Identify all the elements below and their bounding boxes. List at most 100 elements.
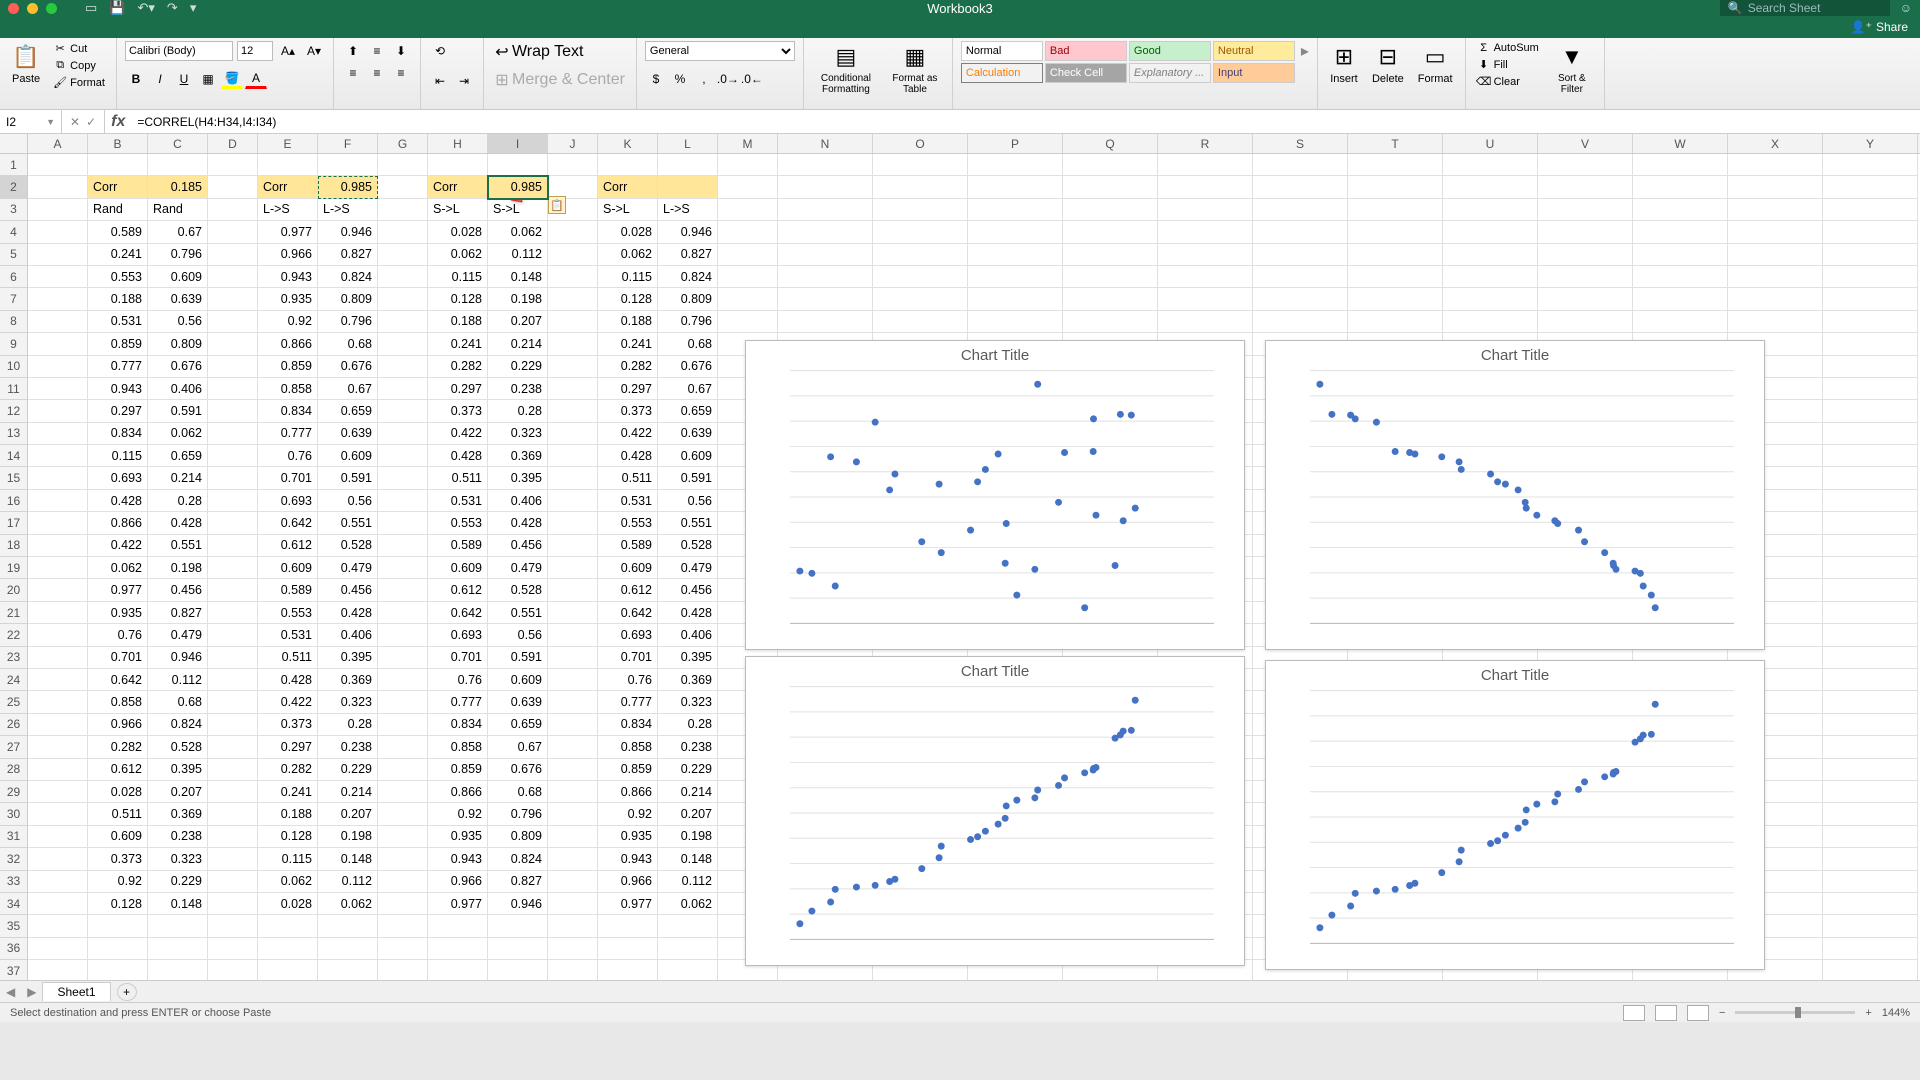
cell-G12[interactable]: [378, 400, 428, 422]
cell-A30[interactable]: [28, 803, 88, 825]
cell-J11[interactable]: [548, 378, 598, 400]
cell-E36[interactable]: [258, 938, 318, 960]
cell-D30[interactable]: [208, 803, 258, 825]
cell-L20[interactable]: 0.456: [658, 579, 718, 601]
col-header-W[interactable]: W: [1633, 134, 1728, 153]
border-button[interactable]: ▦: [197, 69, 219, 89]
tab-formulas[interactable]: Formulas: [229, 15, 311, 38]
cell-F30[interactable]: 0.207: [318, 803, 378, 825]
cell-G34[interactable]: [378, 893, 428, 915]
cell-V7[interactable]: [1538, 288, 1633, 310]
cell-L3[interactable]: L->S: [658, 199, 718, 221]
cell-A9[interactable]: [28, 333, 88, 355]
cell-L19[interactable]: 0.479: [658, 557, 718, 579]
cell-B23[interactable]: 0.701: [88, 647, 148, 669]
cell-T2[interactable]: [1348, 176, 1443, 198]
cell-Y6[interactable]: [1823, 266, 1918, 288]
col-header-R[interactable]: R: [1158, 134, 1253, 153]
cell-J21[interactable]: [548, 602, 598, 624]
col-header-T[interactable]: T: [1348, 134, 1443, 153]
fill-button[interactable]: ⬇Fill: [1474, 57, 1542, 72]
cell-D34[interactable]: [208, 893, 258, 915]
cell-I25[interactable]: 0.639: [488, 691, 548, 713]
cell-Y26[interactable]: [1823, 714, 1918, 736]
cell-D20[interactable]: [208, 579, 258, 601]
cell-J28[interactable]: [548, 759, 598, 781]
col-header-X[interactable]: X: [1728, 134, 1823, 153]
cell-G35[interactable]: [378, 915, 428, 937]
row-header-7[interactable]: 7: [0, 288, 28, 310]
cell-E27[interactable]: 0.297: [258, 736, 318, 758]
cell-U2[interactable]: [1443, 176, 1538, 198]
cell-A13[interactable]: [28, 423, 88, 445]
row-header-31[interactable]: 31: [0, 826, 28, 848]
cell-L24[interactable]: 0.369: [658, 669, 718, 691]
increase-font-button[interactable]: A▴: [277, 41, 299, 61]
cell-R3[interactable]: [1158, 199, 1253, 221]
cell-A37[interactable]: [28, 960, 88, 980]
cell-K36[interactable]: [598, 938, 658, 960]
cancel-formula-icon[interactable]: ✕: [70, 115, 80, 129]
cell-Y1[interactable]: [1823, 154, 1918, 176]
sheet-nav-prev[interactable]: ◀: [0, 985, 21, 999]
cell-B32[interactable]: 0.373: [88, 848, 148, 870]
cell-T8[interactable]: [1348, 311, 1443, 333]
row-header-10[interactable]: 10: [0, 356, 28, 378]
cell-K11[interactable]: 0.297: [598, 378, 658, 400]
cell-L6[interactable]: 0.824: [658, 266, 718, 288]
cell-Y37[interactable]: [1823, 960, 1918, 980]
cell-D23[interactable]: [208, 647, 258, 669]
cell-L13[interactable]: 0.639: [658, 423, 718, 445]
align-right-button[interactable]: ≡: [390, 63, 412, 83]
cell-D31[interactable]: [208, 826, 258, 848]
cell-J33[interactable]: [548, 871, 598, 893]
cell-B24[interactable]: 0.642: [88, 669, 148, 691]
col-header-I[interactable]: I: [488, 134, 548, 153]
cell-U6[interactable]: [1443, 266, 1538, 288]
cell-G6[interactable]: [378, 266, 428, 288]
cell-G20[interactable]: [378, 579, 428, 601]
normal-view-button[interactable]: [1623, 1005, 1645, 1021]
cell-R7[interactable]: [1158, 288, 1253, 310]
cell-V4[interactable]: [1538, 221, 1633, 243]
cell-F23[interactable]: 0.395: [318, 647, 378, 669]
format-cells-button[interactable]: ▭Format: [1414, 41, 1457, 87]
row-header-27[interactable]: 27: [0, 736, 28, 758]
cell-Q6[interactable]: [1063, 266, 1158, 288]
cell-J22[interactable]: [548, 624, 598, 646]
cell-H4[interactable]: 0.028: [428, 221, 488, 243]
cell-W6[interactable]: [1633, 266, 1728, 288]
font-size-select[interactable]: [237, 41, 273, 61]
add-sheet-button[interactable]: +: [117, 983, 137, 1001]
cell-I6[interactable]: 0.148: [488, 266, 548, 288]
align-left-button[interactable]: ≡: [342, 63, 364, 83]
cell-E12[interactable]: 0.834: [258, 400, 318, 422]
cell-P8[interactable]: [968, 311, 1063, 333]
cell-H29[interactable]: 0.866: [428, 781, 488, 803]
worksheet-grid[interactable]: ABCDEFGHIJKLMNOPQRSTUVWXY 12Corr0.185Cor…: [0, 134, 1920, 980]
cell-G5[interactable]: [378, 244, 428, 266]
qat-redo-icon[interactable]: ↷: [167, 0, 178, 16]
col-header-B[interactable]: B: [88, 134, 148, 153]
cell-G7[interactable]: [378, 288, 428, 310]
cell-K27[interactable]: 0.858: [598, 736, 658, 758]
cell-G21[interactable]: [378, 602, 428, 624]
cell-M8[interactable]: [718, 311, 778, 333]
cell-K31[interactable]: 0.935: [598, 826, 658, 848]
zoom-level[interactable]: 144%: [1882, 1007, 1910, 1019]
cell-K17[interactable]: 0.553: [598, 512, 658, 534]
chart-3[interactable]: Chart Title00.10.20.30.40.50.60.70.80.91…: [745, 656, 1245, 966]
cell-H31[interactable]: 0.935: [428, 826, 488, 848]
cell-L25[interactable]: 0.323: [658, 691, 718, 713]
cell-X7[interactable]: [1728, 288, 1823, 310]
cell-B36[interactable]: [88, 938, 148, 960]
cell-X4[interactable]: [1728, 221, 1823, 243]
cell-N8[interactable]: [778, 311, 873, 333]
cell-G24[interactable]: [378, 669, 428, 691]
cell-H19[interactable]: 0.609: [428, 557, 488, 579]
cell-J15[interactable]: [548, 467, 598, 489]
cell-E15[interactable]: 0.701: [258, 467, 318, 489]
cell-W4[interactable]: [1633, 221, 1728, 243]
paste-options-icon[interactable]: 📋: [548, 196, 566, 214]
cell-E18[interactable]: 0.612: [258, 535, 318, 557]
